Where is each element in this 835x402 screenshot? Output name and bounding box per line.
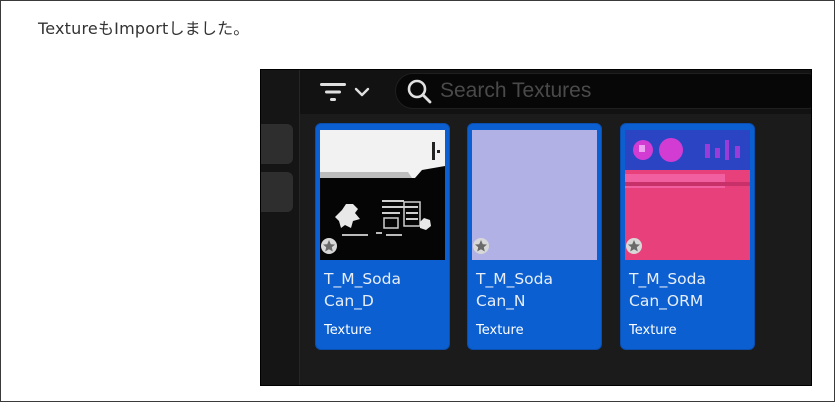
asset-name: T_M_Soda Can_D bbox=[324, 270, 402, 310]
asset-badge-icon bbox=[626, 238, 642, 254]
search-icon bbox=[407, 79, 432, 104]
asset-badge-icon bbox=[321, 238, 337, 254]
filter-lines-icon bbox=[320, 83, 346, 101]
asset-name: T_M_Soda Can_N bbox=[476, 270, 554, 310]
content-browser-screenshot: T_M_Soda Can_D Texture T_M_Soda Can_N Te… bbox=[260, 69, 812, 386]
asset-tile-can-d[interactable]: T_M_Soda Can_D Texture bbox=[315, 123, 450, 350]
asset-badge-icon bbox=[473, 238, 489, 254]
search-input[interactable] bbox=[440, 79, 811, 103]
side-tab[interactable] bbox=[261, 172, 293, 212]
toolbar bbox=[300, 70, 811, 114]
asset-type-label: Texture bbox=[629, 323, 677, 338]
page-frame: TextureもImportしました。 Search Textures T_M_… bbox=[0, 0, 835, 402]
left-panel bbox=[261, 70, 300, 385]
asset-name: T_M_Soda Can_ORM bbox=[629, 270, 707, 310]
search-box[interactable] bbox=[395, 73, 811, 109]
asset-type-label: Texture bbox=[476, 323, 524, 338]
caption-text: TextureもImportしました。 bbox=[38, 19, 250, 38]
asset-tile-can-n[interactable]: T_M_Soda Can_N Texture bbox=[467, 123, 602, 350]
filter-button[interactable] bbox=[320, 80, 372, 104]
asset-tile-can-orm[interactable]: T_M_Soda Can_ORM Texture bbox=[620, 123, 755, 350]
chevron-down-icon bbox=[354, 87, 370, 97]
side-tab[interactable] bbox=[261, 124, 293, 164]
asset-type-label: Texture bbox=[324, 323, 372, 338]
asset-grid: T_M_Soda Can_D Texture T_M_Soda Can_N Te… bbox=[300, 114, 811, 385]
